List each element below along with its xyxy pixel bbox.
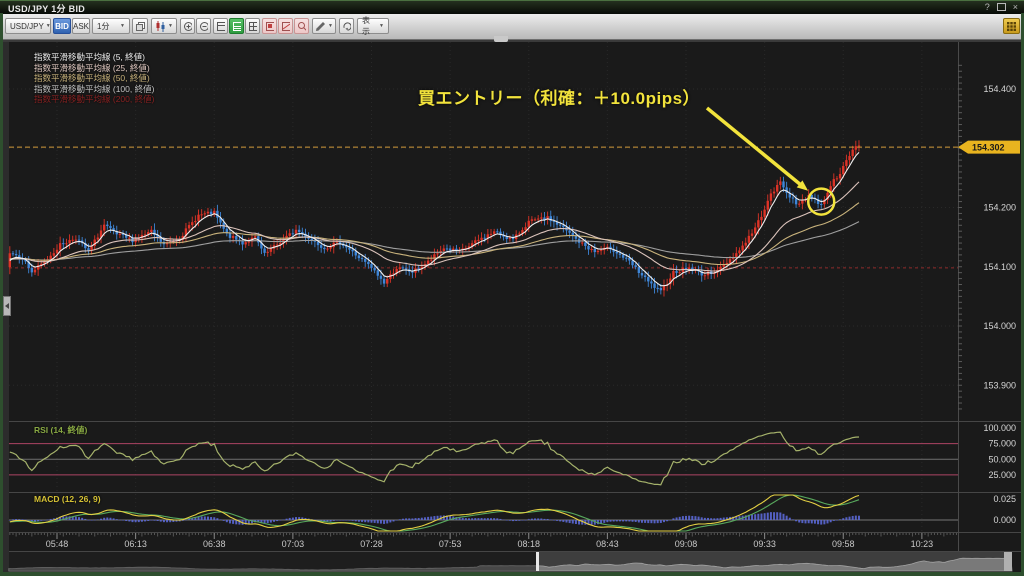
legend-item: 指数平滑移動平均線 (50, 終値)	[34, 73, 154, 84]
window-border-bottom	[0, 572, 1024, 576]
chevron-down-icon: ▼	[379, 23, 384, 29]
window-grid-button[interactable]	[1003, 18, 1020, 34]
window-border-left	[0, 13, 3, 576]
layout-split-icon	[232, 21, 241, 32]
zoom-out-button[interactable]	[196, 18, 211, 34]
legend-item: 指数平滑移動平均線 (200, 終値)	[34, 94, 154, 105]
order-marker-button[interactable]	[262, 18, 277, 34]
bid-button[interactable]: BID	[53, 18, 71, 34]
compare-icon	[135, 21, 145, 32]
help-button[interactable]: ?	[985, 1, 990, 14]
display-menu-label: 表示	[362, 15, 377, 37]
restore-button[interactable]	[997, 0, 1006, 15]
rsi-label: RSI (14, 終値)	[34, 424, 87, 436]
legend-item: 指数平滑移動平均線 (25, 終値)	[34, 63, 154, 74]
zoom-out-icon	[199, 21, 208, 32]
trade-annotation: 買エントリー（利確：＋10.0pips）	[418, 84, 700, 109]
order-marker-icon	[265, 21, 274, 32]
draw-tool-select[interactable]: ▼	[312, 18, 336, 34]
compare-chart-button[interactable]	[132, 18, 148, 34]
restore-icon	[997, 3, 1006, 11]
interval-select[interactable]: 1分 ▼	[92, 18, 130, 34]
ask-button[interactable]: ASK	[72, 18, 90, 34]
legend-item: 指数平滑移動平均線 (100, 終値)	[34, 84, 154, 95]
order-search-icon	[297, 21, 306, 32]
macd-label: MACD (12, 26, 9)	[34, 494, 101, 504]
candlestick-icon	[155, 20, 166, 32]
refresh-icon	[342, 21, 351, 32]
interval-select-value: 1分	[97, 21, 109, 32]
layout-single-button[interactable]	[213, 18, 228, 34]
chevron-down-icon: ▼	[328, 23, 333, 29]
symbol-select[interactable]: USD/JPY ▼	[5, 18, 51, 34]
chevron-down-icon: ▼	[46, 23, 51, 29]
chevron-down-icon: ▼	[168, 23, 173, 29]
order-search-button[interactable]	[294, 18, 309, 34]
rsi-pane[interactable]	[9, 422, 958, 492]
chevron-down-icon: ▼	[120, 23, 125, 29]
navigator-scrollbar[interactable]	[9, 552, 1012, 571]
layout-grid-button[interactable]	[245, 18, 260, 34]
layout-grid-icon	[248, 21, 257, 32]
order-line-button[interactable]	[278, 18, 293, 34]
legend-item: 指数平滑移動平均線 (5, 終値)	[34, 52, 154, 63]
chart-type-select[interactable]: ▼	[151, 18, 177, 34]
toolbar: USD/JPY ▼ BID ASK 1分 ▼ ▼	[0, 14, 1024, 40]
display-menu-button[interactable]: 表示 ▼	[357, 18, 389, 34]
order-line-icon	[281, 21, 290, 32]
window-controls: ? ×	[985, 1, 1018, 14]
zoom-in-button[interactable]	[180, 18, 195, 34]
layout-single-icon	[216, 21, 225, 32]
symbol-select-value: USD/JPY	[10, 22, 44, 31]
layout-split-button[interactable]	[229, 18, 244, 34]
time-axis[interactable]	[9, 533, 958, 551]
price-axis[interactable]	[958, 42, 1021, 532]
macd-pane[interactable]	[9, 493, 958, 532]
indicator-legend: 指数平滑移動平均線 (5, 終値)指数平滑移動平均線 (25, 終値)指数平滑移…	[34, 52, 154, 105]
close-button[interactable]: ×	[1013, 1, 1018, 14]
zoom-in-icon	[183, 21, 192, 32]
pencil-icon	[315, 21, 326, 32]
title-bar: USD/JPY 1分 BID ? ×	[0, 0, 1024, 14]
grid-dots-icon	[1006, 21, 1017, 32]
refresh-button[interactable]	[339, 18, 354, 34]
